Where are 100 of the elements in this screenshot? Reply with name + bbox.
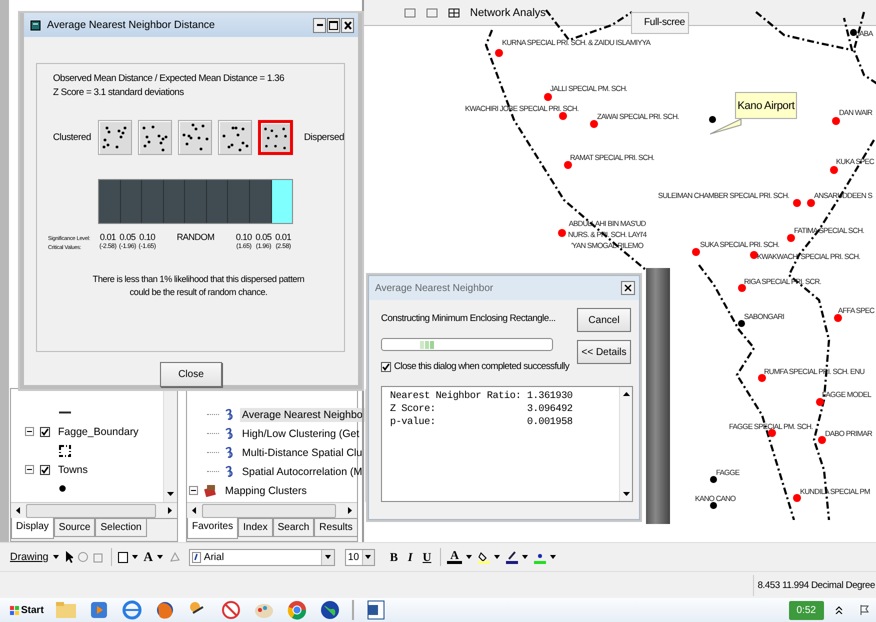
caret-icon xyxy=(365,555,372,559)
town-marker xyxy=(710,502,717,509)
panel-tab[interactable]: Index xyxy=(238,519,273,537)
font-field[interactable]: Arial xyxy=(188,548,335,566)
horizontal-scrollbar[interactable] xyxy=(187,502,357,518)
panel-tab[interactable]: Display xyxy=(11,518,54,539)
font-color-button[interactable]: A xyxy=(447,550,462,564)
grid-icon[interactable] xyxy=(448,8,460,18)
caret-icon xyxy=(466,555,472,559)
tool-item[interactable]: Average Nearest Neighbo xyxy=(240,408,365,422)
script-icon xyxy=(225,447,234,458)
down-arrow-icon xyxy=(167,492,174,496)
layer-name[interactable]: Towns xyxy=(56,462,90,476)
school-marker xyxy=(830,166,838,174)
pattern-thumbnail[interactable] xyxy=(218,120,252,155)
font-size-field[interactable]: 10 xyxy=(344,548,375,566)
maximize-button[interactable] xyxy=(327,18,340,32)
tool-item[interactable]: Spatial Autocorrelation (M xyxy=(240,464,364,478)
pattern-thumbnail[interactable] xyxy=(178,120,212,155)
close-button[interactable] xyxy=(341,18,354,32)
close-button[interactable]: Close xyxy=(160,362,222,387)
boundary-symbol-icon xyxy=(59,444,71,456)
panel-tab[interactable]: Results xyxy=(314,519,358,537)
significance-value: 0.01 xyxy=(275,232,292,242)
pointer-icon[interactable] xyxy=(64,551,73,563)
dialog-button[interactable]: Cancel xyxy=(577,308,631,332)
close-icon xyxy=(624,284,632,292)
document-icon[interactable] xyxy=(364,599,387,621)
result-message: There is less than 1% likelihood that this dispersed pattern could be the result of random chance. xyxy=(92,273,304,299)
caret-icon xyxy=(156,555,163,559)
checkbox[interactable] xyxy=(381,362,391,372)
scroll-thumb[interactable] xyxy=(202,504,336,518)
tool-item[interactable]: High/Low Clustering (Get xyxy=(240,426,362,440)
result-name: p-value: xyxy=(390,417,437,428)
vertical-scrollbar[interactable] xyxy=(619,387,632,501)
line-color-icon[interactable] xyxy=(506,550,518,564)
drawing-menu[interactable]: Drawing xyxy=(10,551,49,563)
script-icon xyxy=(225,409,234,420)
scroll-thumb[interactable] xyxy=(26,504,156,518)
browser-icon[interactable] xyxy=(286,599,308,621)
expander-icon[interactable] xyxy=(25,465,34,474)
fill-color-icon[interactable] xyxy=(478,550,490,564)
vertical-scrollbar[interactable] xyxy=(163,389,177,502)
horizontal-scrollbar[interactable] xyxy=(11,502,177,518)
pattern-thumbnail[interactable] xyxy=(258,120,293,155)
caret-icon xyxy=(52,555,59,559)
start-button[interactable]: Start xyxy=(10,604,44,616)
school-marker xyxy=(807,199,815,207)
toolbar-label[interactable]: Network Analys xyxy=(470,6,546,18)
significance-value: RANDOM xyxy=(176,232,214,242)
pattern-label: Dispersed xyxy=(303,132,344,143)
layer-name[interactable]: Fagge_Boundary xyxy=(56,424,141,438)
right-arrow-icon xyxy=(348,507,352,514)
tooltip: Full-scree xyxy=(631,12,689,34)
expander-icon[interactable] xyxy=(25,427,34,436)
school-marker xyxy=(758,374,766,382)
minimize-button[interactable] xyxy=(313,18,326,32)
panel-tab[interactable]: Favorites xyxy=(187,518,238,539)
result-name: Z Score: xyxy=(390,404,437,415)
script-icon xyxy=(225,428,234,439)
no-sign-icon[interactable] xyxy=(220,599,242,621)
left-arrow-icon xyxy=(16,507,20,514)
status-text: Constructing Minimum Enclosing Rectangle... xyxy=(381,313,556,324)
expander-icon[interactable] xyxy=(189,486,198,495)
significance-value: 0.10 xyxy=(139,232,156,242)
caret-icon xyxy=(324,555,331,559)
result-value: 1.361930 xyxy=(527,391,573,402)
panel-tab[interactable]: Search xyxy=(272,519,314,537)
up-arrow-icon xyxy=(622,392,630,396)
toolset-item[interactable]: Mapping Clusters xyxy=(223,484,309,498)
chevron-icon[interactable] xyxy=(835,606,843,614)
globe-icon[interactable] xyxy=(318,599,341,621)
result-text: Observed Mean Distance / Expected Mean Distance = 1.36 xyxy=(53,73,286,84)
rectangle-icon[interactable] xyxy=(118,552,128,562)
text-tool[interactable]: A xyxy=(144,549,153,565)
clock[interactable]: 0:52 xyxy=(788,600,824,620)
bold-button[interactable]: B xyxy=(386,550,401,564)
italic-button[interactable]: I xyxy=(404,550,416,564)
pattern-thumbnail[interactable] xyxy=(138,120,172,155)
layer-checkbox[interactable] xyxy=(40,464,50,474)
panel-tab[interactable]: Source xyxy=(54,519,96,537)
close-button[interactable] xyxy=(621,281,635,295)
layer-checkbox[interactable] xyxy=(40,426,50,436)
flag-icon[interactable] xyxy=(860,605,870,615)
school-marker xyxy=(787,234,795,242)
toolbox-icon xyxy=(204,484,217,497)
significance-value: 0.10 xyxy=(236,232,252,242)
school-marker xyxy=(495,49,503,57)
school-marker xyxy=(544,93,552,101)
map-callout: Kano Airport xyxy=(735,92,797,119)
town-marker xyxy=(850,29,857,36)
tool-item[interactable]: Multi-Distance Spatial Clu xyxy=(240,446,364,460)
browser-icon[interactable] xyxy=(120,599,143,621)
underline-button[interactable]: U xyxy=(420,550,434,564)
panel-tab[interactable]: Selection xyxy=(95,519,147,537)
point-symbol-icon xyxy=(59,485,66,492)
pattern-thumbnail[interactable] xyxy=(98,120,132,155)
school-marker xyxy=(793,494,801,502)
caret-icon xyxy=(550,555,556,559)
dialog-button[interactable]: << Details xyxy=(577,340,631,364)
